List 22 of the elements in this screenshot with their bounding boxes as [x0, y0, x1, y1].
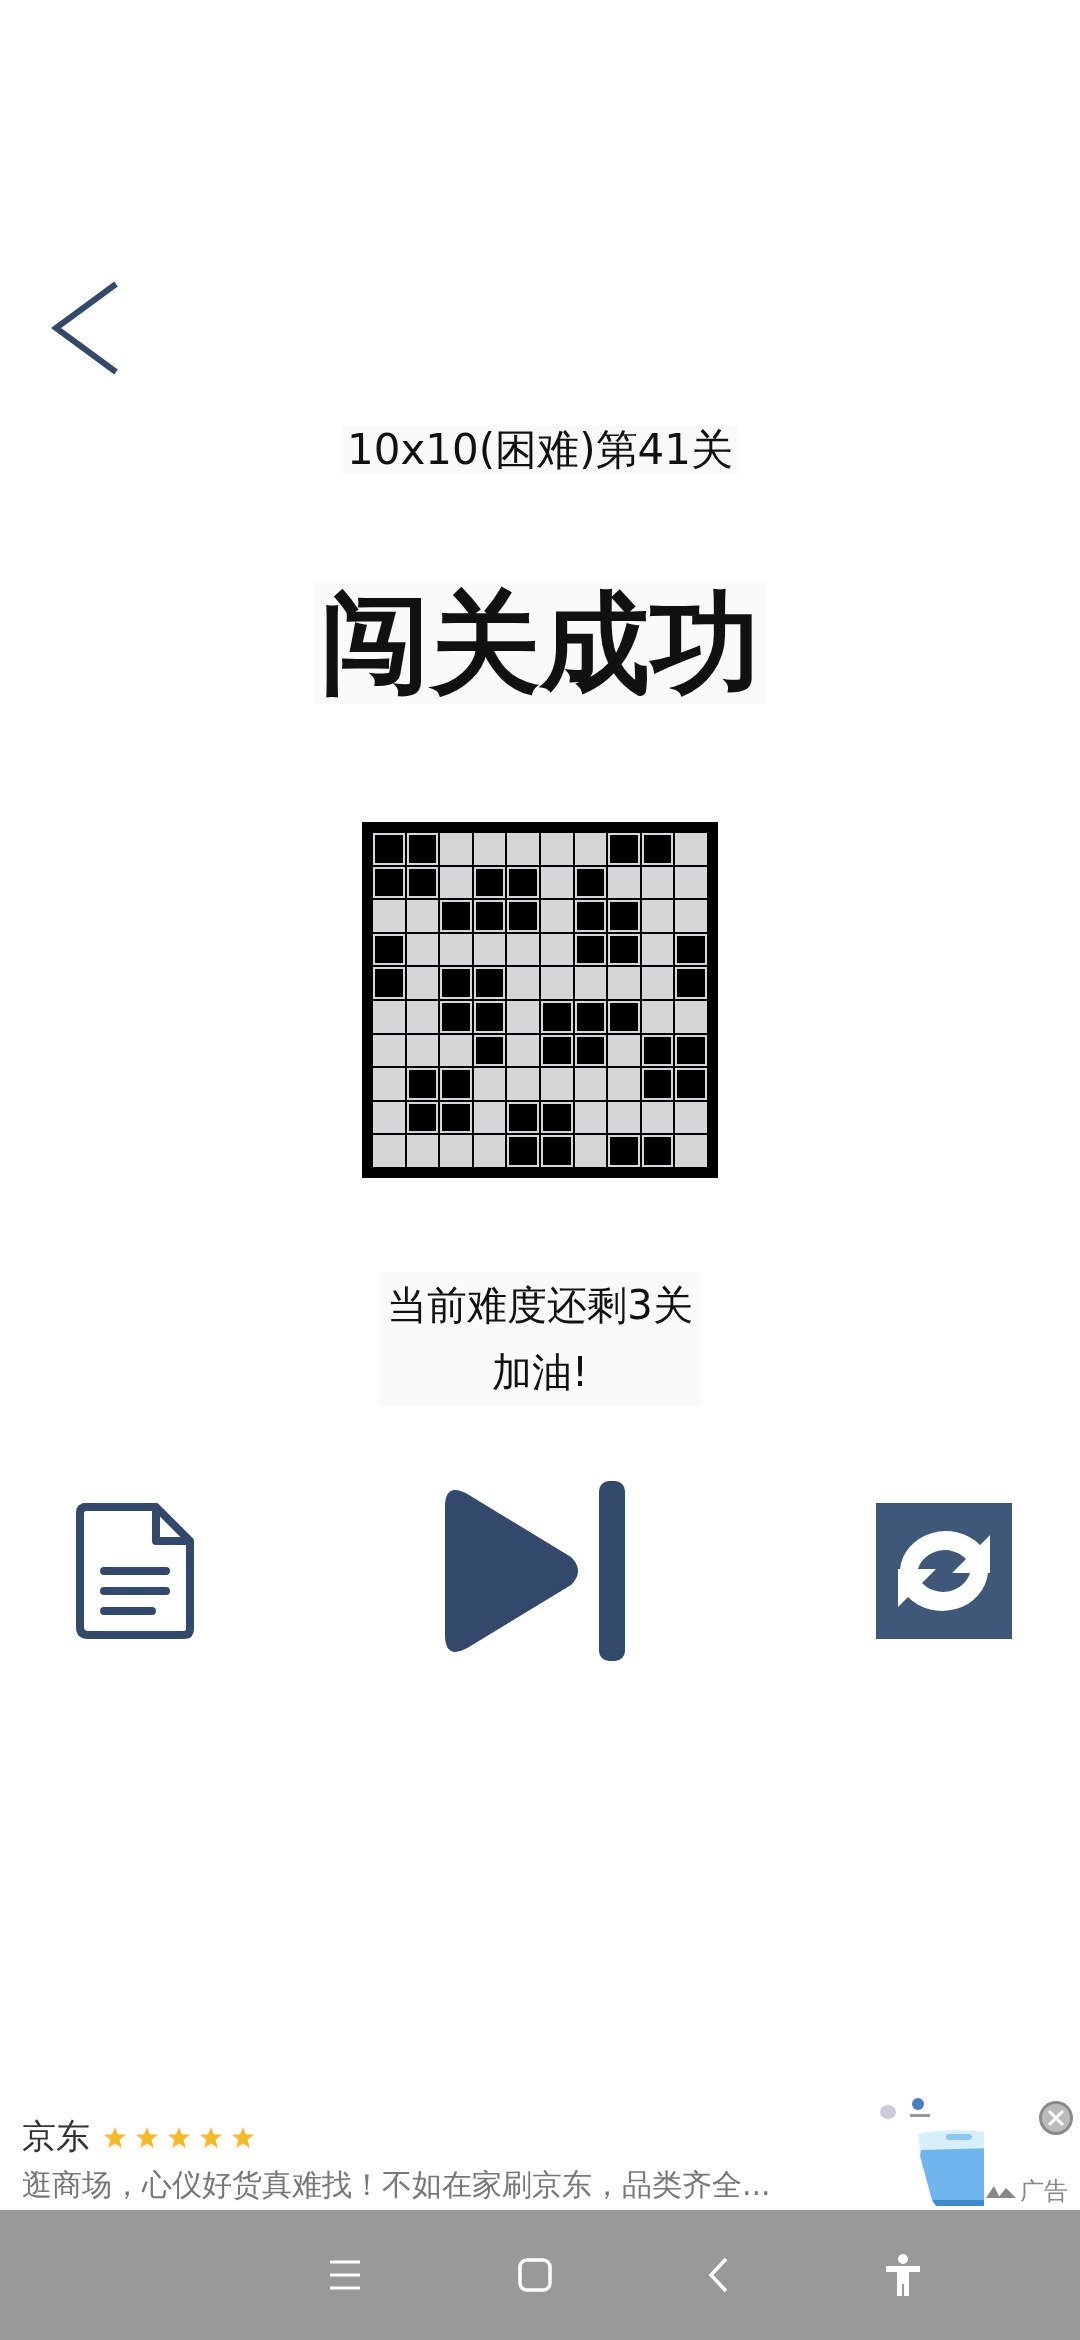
home-icon[interactable]: [518, 2258, 552, 2292]
star-icon: [136, 2126, 158, 2148]
close-icon[interactable]: [1038, 2100, 1074, 2136]
back-icon[interactable]: [50, 280, 120, 376]
advertiser-name: 京东: [22, 2115, 90, 2158]
ad-description[interactable]: 逛商场，心仪好货真难找！不如在家刷京东，品类齐全...: [22, 2166, 771, 2204]
star-icon: [232, 2126, 254, 2148]
accessibility-icon[interactable]: [884, 2254, 922, 2296]
star-icon: [104, 2126, 126, 2148]
next-level-icon[interactable]: [443, 1479, 627, 1663]
star-icon: [168, 2126, 190, 2148]
message-text: 加油!: [490, 1348, 589, 1397]
message-text: 当前难度还剩3关: [387, 1281, 693, 1330]
success-heading: 闯关成功: [314, 582, 766, 704]
ad-label: 广告: [1020, 2176, 1068, 2206]
refresh-icon[interactable]: [876, 1503, 1012, 1639]
menu-icon[interactable]: [328, 2259, 362, 2291]
ad-logo-icon: [986, 2184, 1016, 2198]
document-icon[interactable]: [76, 1503, 194, 1639]
star-icon: [200, 2126, 222, 2148]
back-nav-icon[interactable]: [708, 2257, 728, 2293]
level-title: 10x10(困难)第41关: [343, 426, 737, 474]
